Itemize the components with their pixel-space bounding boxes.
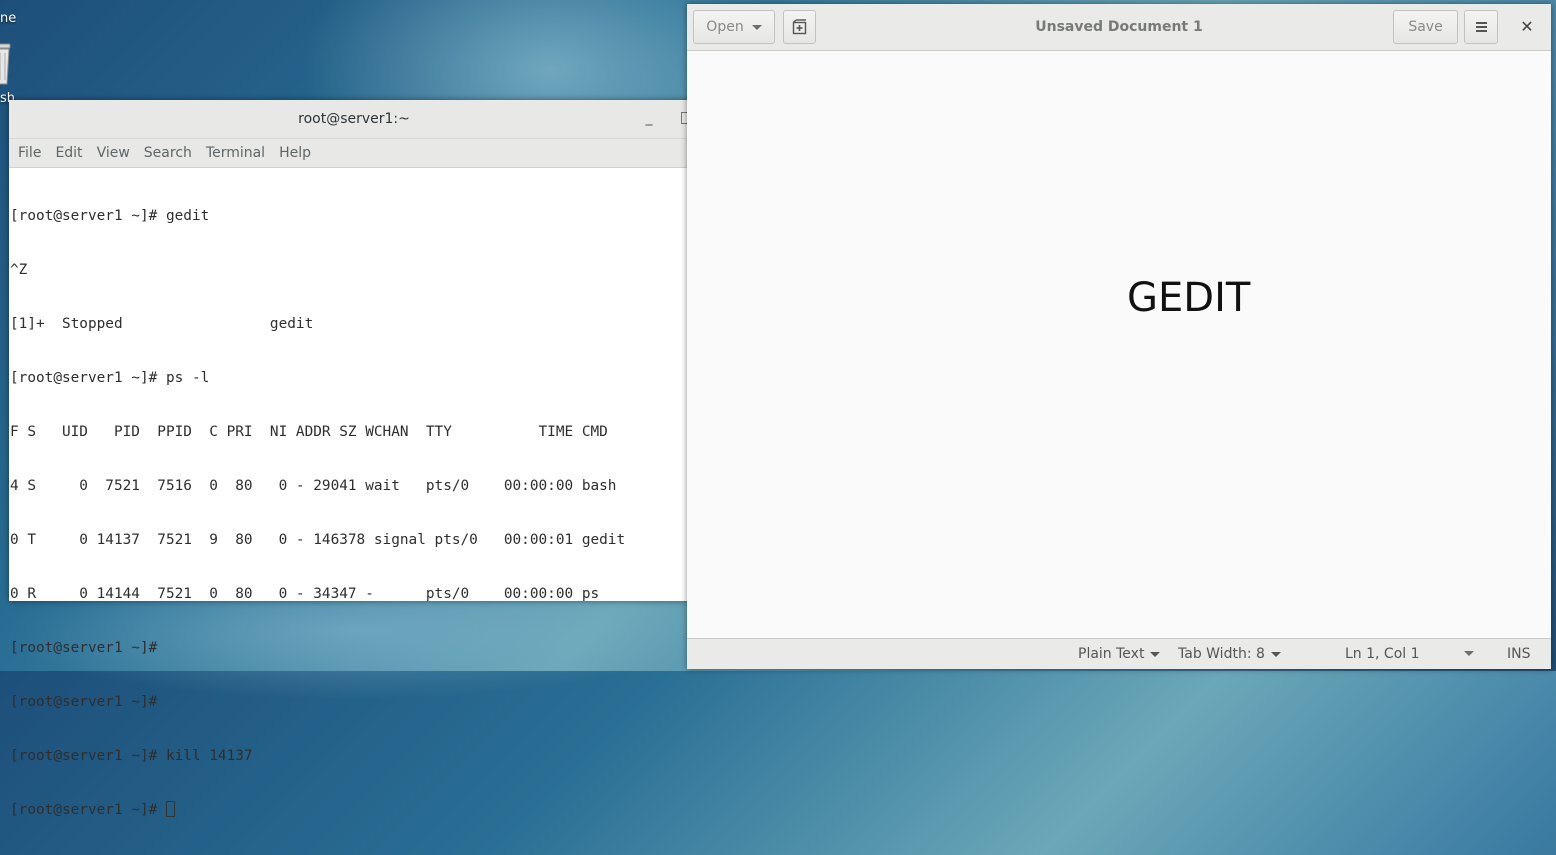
terminal-line: [root@server1 ~]# bbox=[10, 694, 158, 710]
new-tab-icon bbox=[792, 19, 806, 35]
terminal-line: 0 R 0 14144 7521 0 80 0 - 34347 - pts/0 … bbox=[10, 586, 600, 602]
open-button-label: Open bbox=[706, 19, 744, 35]
terminal-line: 4 S 0 7521 7516 0 80 0 - 29041 wait pts/… bbox=[10, 478, 617, 494]
chevron-down-icon bbox=[1270, 651, 1281, 657]
insert-mode-label: INS bbox=[1507, 646, 1531, 662]
terminal-line: [root@server1 ~]# gedit bbox=[10, 208, 210, 224]
menu-terminal[interactable]: Terminal bbox=[201, 145, 270, 161]
desktop-icon-label[interactable]: ne bbox=[0, 11, 16, 26]
language-label: Plain Text bbox=[1078, 646, 1145, 662]
terminal-line: [root@server1 ~]# bbox=[10, 640, 158, 656]
terminal-titlebar[interactable]: root@server1:~ _ bbox=[9, 100, 699, 139]
terminal-line: [1]+ Stopped gedit bbox=[10, 316, 314, 332]
open-button[interactable]: Open bbox=[693, 10, 775, 44]
menu-help[interactable]: Help bbox=[274, 145, 316, 161]
terminal-prompt: [root@server1 ~]# bbox=[10, 802, 166, 818]
terminal-prompt-line[interactable]: [root@server1 ~]# bbox=[10, 801, 699, 819]
menu-search[interactable]: Search bbox=[139, 145, 197, 161]
terminal-line: F S UID PID PPID C PRI NI ADDR SZ WCHAN … bbox=[10, 424, 608, 440]
cursor-position[interactable]: Ln 1, Col 1 bbox=[1345, 639, 1420, 669]
hamburger-icon bbox=[1475, 22, 1487, 32]
terminal-line: ^Z bbox=[10, 262, 28, 278]
trash-icon[interactable] bbox=[0, 40, 12, 86]
chevron-down-icon bbox=[1150, 651, 1161, 657]
tab-width-label: Tab Width: 8 bbox=[1178, 646, 1265, 662]
minimize-icon[interactable]: _ bbox=[641, 108, 657, 128]
menu-view[interactable]: View bbox=[92, 145, 135, 161]
insert-mode-indicator: INS bbox=[1507, 639, 1531, 669]
terminal-line: [root@server1 ~]# kill 14137 bbox=[10, 748, 253, 764]
statusbar: Plain Text Tab Width: 8 Ln 1, Col 1 INS bbox=[687, 638, 1551, 669]
text-cursor bbox=[165, 801, 175, 817]
terminal-line: [root@server1 ~]# ps -l bbox=[10, 370, 210, 386]
terminal-output[interactable]: [root@server1 ~]# gedit ^Z [1]+ Stopped … bbox=[9, 168, 699, 855]
cursor-position-label: Ln 1, Col 1 bbox=[1345, 646, 1420, 662]
chevron-down-icon bbox=[751, 24, 762, 30]
terminal-line: 0 T 0 14137 7521 9 80 0 - 146378 signal … bbox=[10, 532, 626, 548]
close-icon[interactable]: ✕ bbox=[1516, 16, 1538, 38]
new-document-button[interactable] bbox=[783, 10, 816, 44]
document-content[interactable]: GEDIT bbox=[1127, 275, 1250, 321]
menu-file[interactable]: File bbox=[13, 145, 46, 161]
text-editor-area[interactable]: GEDIT bbox=[687, 51, 1551, 639]
terminal-title: root@server1:~ bbox=[298, 111, 410, 127]
hamburger-menu-button[interactable] bbox=[1464, 10, 1498, 44]
terminal-menubar: File Edit View Search Terminal Help bbox=[9, 139, 699, 168]
menu-edit[interactable]: Edit bbox=[50, 145, 87, 161]
gedit-headerbar[interactable]: Open Unsaved Document 1 Save ✕ bbox=[687, 4, 1551, 51]
chevron-down-icon[interactable] bbox=[1464, 651, 1474, 656]
terminal-window[interactable]: root@server1:~ _ File Edit View Search T… bbox=[9, 100, 699, 818]
gedit-window[interactable]: Open Unsaved Document 1 Save ✕ GEDIT Pla… bbox=[687, 4, 1551, 669]
save-button[interactable]: Save bbox=[1393, 10, 1458, 44]
tab-width-selector[interactable]: Tab Width: 8 bbox=[1178, 639, 1281, 669]
language-selector[interactable]: Plain Text bbox=[1078, 639, 1161, 669]
